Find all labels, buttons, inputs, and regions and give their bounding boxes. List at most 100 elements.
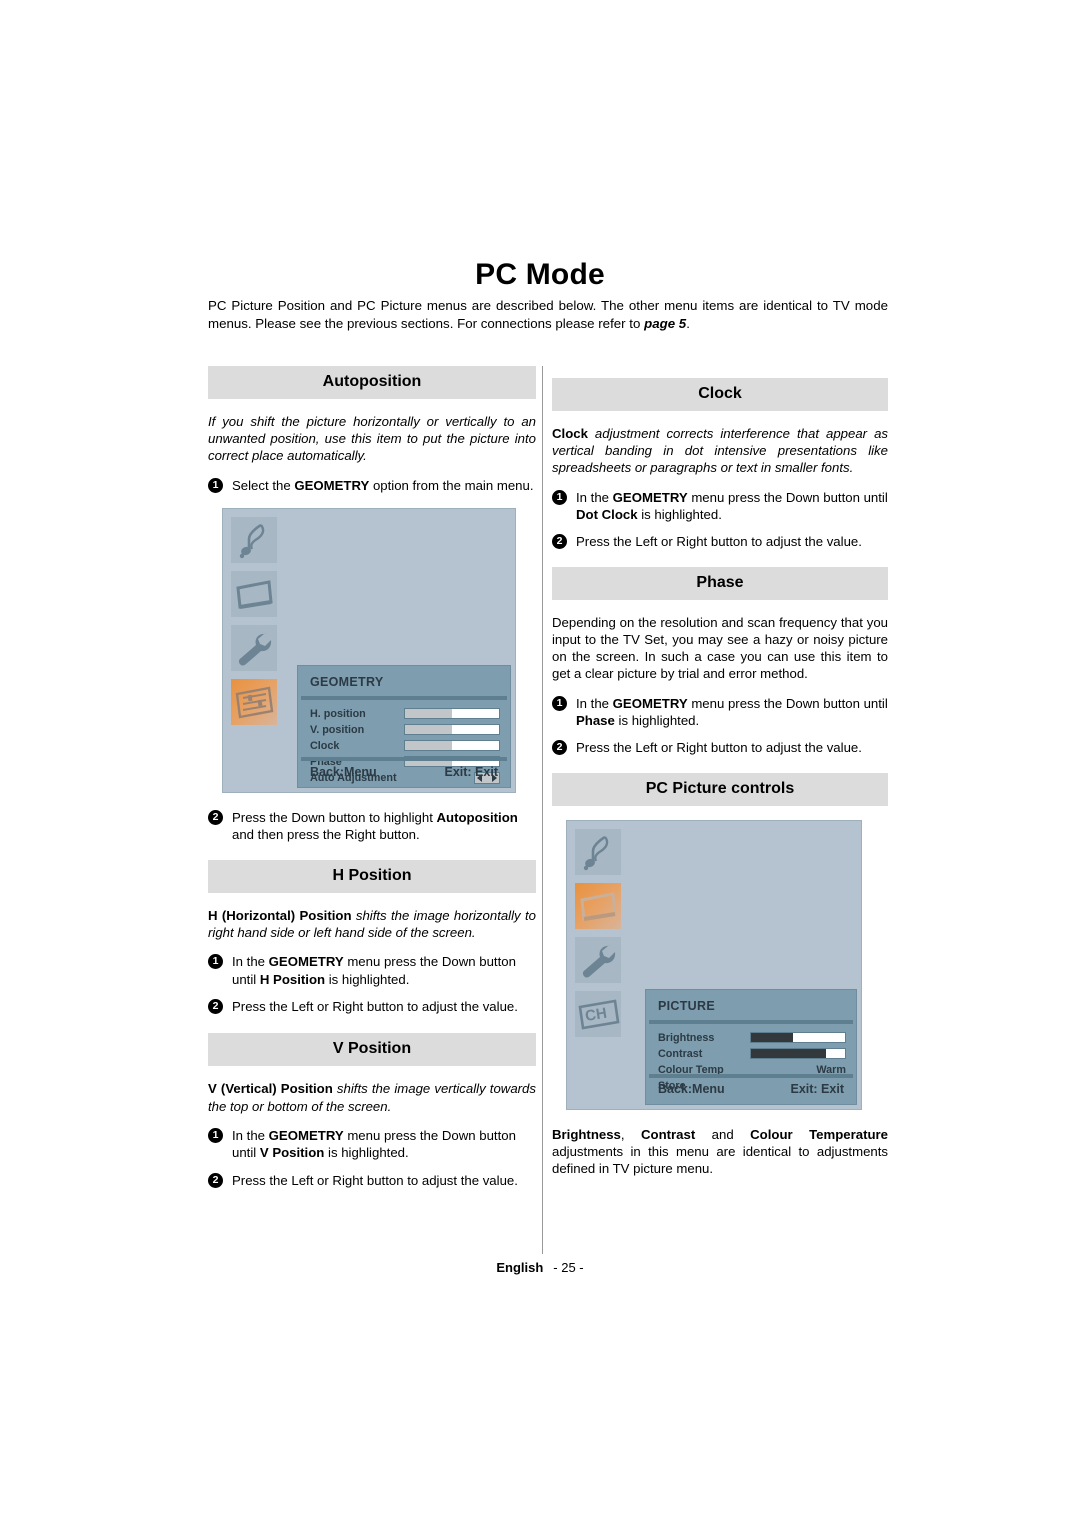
menu-item-clock[interactable]: Clock — [310, 739, 500, 753]
intro-emphasis: page 5 — [644, 315, 687, 331]
step-text-after: is highlighted. — [637, 507, 722, 523]
step-text: Press the Left or Right button to adjust… — [232, 999, 518, 1015]
phase-body: Depending on the resolution and scan fre… — [552, 614, 888, 682]
column-divider — [542, 366, 543, 1254]
intro-paragraph: PC Picture Position and PC Picture menus… — [208, 297, 888, 332]
note-bold-brightness: Brightness — [552, 1126, 621, 1142]
clock-step-1: 1 In the GEOMETRY menu press the Down but… — [552, 489, 888, 524]
picture-footer-back: Back:Menu — [658, 1081, 725, 1096]
step-text-after: is highlighted. — [614, 713, 700, 729]
step-text-before: In the — [232, 954, 269, 970]
step-text-mid: menu press the Down button until — [687, 695, 888, 711]
wrench-icon — [575, 936, 621, 983]
step-text-after: option from the main menu. — [369, 477, 534, 493]
step-text-before: In the — [232, 1127, 269, 1143]
step-text: Press the Left or Right button to adjust… — [576, 740, 862, 756]
step-text-after: and then press the Right button. — [232, 827, 420, 843]
page-footer: English - 25 - — [0, 1260, 1080, 1275]
step-text-bold: GEOMETRY — [294, 477, 370, 493]
geometry-panel-title: GEOMETRY — [310, 675, 384, 690]
step-number-badge: 2 — [552, 534, 567, 550]
step-text-bold2: V Position — [259, 1145, 325, 1161]
v-position-step-1: 1 In the GEOMETRY menu press the Down but… — [208, 1127, 536, 1162]
geometry-osd-screenshot: GEOMETRY H. position V. position Clock P… — [222, 508, 516, 794]
v-position-body-bold: V (Vertical) Position — [208, 1081, 333, 1097]
step-text-bold2: Phase — [576, 713, 615, 729]
phase-step-2: 2 Press the Left or Right button to adjus… — [552, 739, 888, 756]
menu-item-label: H. position — [310, 707, 366, 720]
phase-step-1: 1 In the GEOMETRY menu press the Down but… — [552, 695, 888, 730]
menu-item-v-position[interactable]: V. position — [310, 723, 500, 737]
channel-ch-icon: CH — [575, 990, 621, 1037]
clock-slider[interactable] — [404, 740, 500, 752]
menu-item-label: Contrast — [658, 1047, 703, 1060]
geometry-footer-exit: Exit: Exit — [444, 765, 499, 780]
section-header-autoposition: Autoposition — [208, 366, 536, 399]
picture-panel-title: PICTURE — [658, 998, 715, 1013]
contrast-slider[interactable] — [750, 1048, 846, 1060]
picture-screen-icon — [231, 571, 277, 618]
h-position-step-1: 1 In the GEOMETRY menu press the Down but… — [208, 953, 536, 988]
menu-item-label: Clock — [310, 739, 340, 752]
step-number-badge: 2 — [208, 1172, 223, 1188]
page-title: PC Mode — [475, 258, 605, 291]
menu-item-contrast[interactable]: Contrast — [658, 1047, 846, 1061]
step-number-badge: 1 — [552, 695, 567, 711]
footer-language: English — [496, 1260, 544, 1275]
v-position-step-2: 2 Press the Left or Right button to adjus… — [208, 1172, 536, 1189]
right-column: Clock Clock adjustment corrects interfer… — [552, 366, 888, 1189]
pc-picture-controls-note: Brightness, Contrast and Colour Temperat… — [552, 1126, 888, 1178]
clock-body: Clock adjustment corrects interference t… — [552, 425, 888, 477]
menu-item-brightness[interactable]: Brightness — [658, 1031, 846, 1045]
section-header-pc-picture-controls: PC Picture controls — [552, 772, 888, 806]
picture-footer-exit: Exit: Exit — [790, 1081, 845, 1096]
geometry-panel-footer: Back:Menu Exit: Exit — [301, 757, 507, 784]
step-text-bold: GEOMETRY — [612, 489, 688, 505]
intro-text-before: PC Picture Position and PC Picture menus… — [208, 298, 888, 331]
section-header-v-position: V Position — [208, 1033, 536, 1067]
picture-panel-footer: Back:Menu Exit: Exit — [649, 1073, 853, 1101]
picture-screen-icon — [575, 882, 621, 929]
section-header-h-position: H Position — [208, 859, 536, 893]
picture-menu-panel: PICTURE Brightness Contrast Colour Temp … — [645, 988, 857, 1105]
clock-body-bold: Clock — [552, 426, 588, 441]
step-number-badge: 1 — [208, 954, 223, 970]
step-text-bold: Autoposition — [436, 810, 518, 826]
section-header-phase: Phase — [552, 566, 888, 600]
step-number-badge: 1 — [552, 489, 567, 505]
step-text-before: In the — [576, 489, 613, 505]
clock-body-italic: adjustment corrects interference that ap… — [552, 426, 888, 476]
step-number-badge: 1 — [208, 1127, 223, 1143]
intro-text-after: . — [686, 315, 690, 331]
step-text: Press the Left or Right button to adjust… — [232, 1172, 518, 1188]
step-number-badge: 2 — [208, 999, 223, 1015]
geometry-sliders-icon — [231, 679, 277, 726]
h-position-slider[interactable] — [404, 708, 500, 720]
document-page: PC Mode PC Picture Position and PC Pictu… — [0, 0, 1080, 1527]
step-text-after: is highlighted. — [324, 1145, 409, 1161]
note-tail: adjustments in this menu are identical t… — [552, 1144, 888, 1177]
h-position-body: H (Horizontal) Position shifts the image… — [208, 907, 536, 941]
clock-step-2: 2 Press the Left or Right button to adjus… — [552, 533, 888, 550]
step-number-badge: 2 — [208, 810, 223, 826]
v-position-slider[interactable] — [404, 724, 500, 736]
step-text-before: In the — [576, 695, 613, 711]
note-bold-colour-temperature: Colour Temperature — [750, 1126, 889, 1142]
step-text-bold: GEOMETRY — [268, 1127, 344, 1143]
geometry-menu-panel: GEOMETRY H. position V. position Clock P… — [297, 665, 511, 789]
autoposition-step-2: 2 Press the Down button to highlight Auto… — [208, 809, 536, 844]
menu-item-label: V. position — [310, 723, 365, 736]
geometry-osd-icon-rail — [231, 517, 283, 733]
picture-osd-icon-rail: CH — [575, 828, 627, 1045]
step-text-before: Select the — [232, 477, 295, 493]
brightness-slider[interactable] — [750, 1032, 846, 1044]
wrench-icon — [231, 625, 277, 672]
geometry-footer-back: Back:Menu — [310, 765, 377, 780]
menu-item-h-position[interactable]: H. position — [310, 707, 500, 721]
step-text-bold: GEOMETRY — [268, 954, 344, 970]
step-text-bold2: Dot Clock — [576, 507, 638, 523]
music-note-icon — [575, 828, 621, 875]
step-text-mid: menu press the Down button until — [687, 489, 888, 505]
menu-item-label: Brightness — [658, 1031, 715, 1044]
note-sep-2: and — [695, 1126, 751, 1142]
